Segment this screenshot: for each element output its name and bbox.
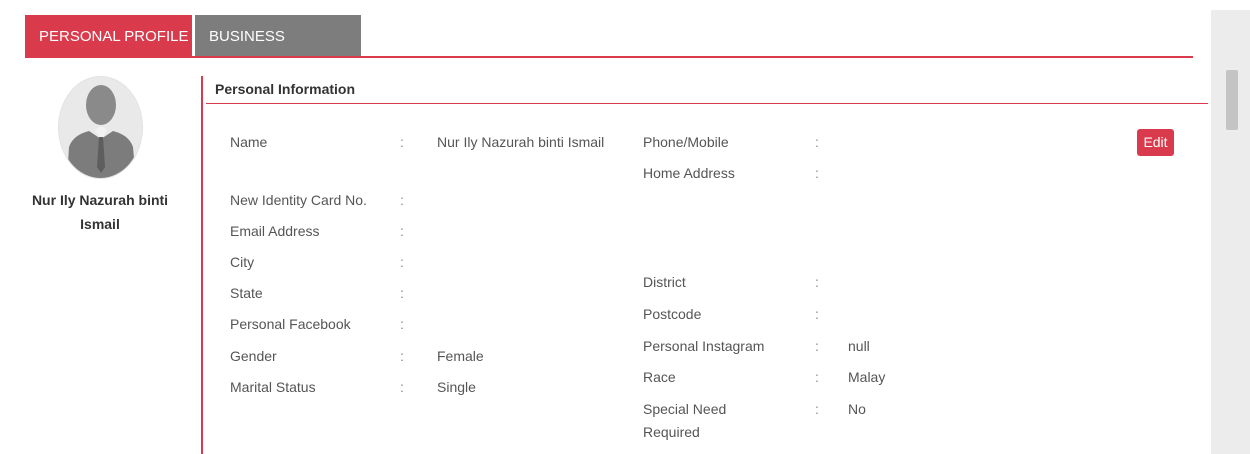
postcode-label: Postcode (643, 306, 702, 322)
special-need-label: Special Need Required (643, 401, 727, 440)
state-colon: : (400, 285, 404, 301)
avatar (58, 76, 143, 179)
city-label: City (230, 254, 255, 270)
facebook-label: Personal Facebook (230, 316, 351, 332)
name-label: Name (230, 134, 268, 150)
section-divider (206, 103, 1208, 104)
section-vertical-divider (201, 76, 203, 454)
gender-label: Gender (230, 348, 277, 364)
gender-colon: : (400, 348, 404, 364)
user-silhouette-icon (59, 77, 142, 178)
phone-colon: : (815, 134, 819, 150)
race-label: Race (643, 369, 676, 385)
marital-colon: : (400, 379, 404, 395)
special-need-colon: : (815, 401, 819, 417)
district-label: District (643, 274, 686, 290)
race-value: Malay (848, 369, 886, 385)
instagram-label: Personal Instagram (643, 338, 765, 354)
tab-business-profile[interactable]: BUSINESS PROFILE (195, 15, 361, 88)
instagram-value: null (848, 338, 870, 354)
facebook-colon: : (400, 316, 404, 332)
tab-personal-profile[interactable]: PERSONAL PROFILE (25, 15, 192, 58)
profile-name: Nur Ily Nazurah binti Ismail (31, 192, 169, 232)
name-value: Nur Ily Nazurah binti Ismail (437, 134, 605, 150)
address-colon: : (815, 165, 819, 181)
instagram-colon: : (815, 338, 819, 354)
state-label: State (230, 285, 263, 301)
ic-colon: : (400, 192, 404, 208)
address-label: Home Address (643, 165, 735, 181)
gender-value: Female (437, 348, 484, 364)
email-colon: : (400, 223, 404, 239)
postcode-colon: : (815, 306, 819, 322)
edit-button[interactable]: Edit (1137, 129, 1174, 156)
name-colon: : (400, 134, 404, 150)
phone-label: Phone/Mobile (643, 134, 729, 150)
section-title: Personal Information (215, 81, 356, 97)
scrollbar-thumb[interactable] (1226, 70, 1238, 130)
special-need-value: No (848, 401, 866, 417)
email-label: Email Address (230, 223, 320, 239)
profile-tabs: PERSONAL PROFILE BUSINESS PROFILE (25, 15, 361, 88)
race-colon: : (815, 369, 819, 385)
marital-label: Marital Status (230, 379, 316, 395)
district-colon: : (815, 274, 819, 290)
ic-label: New Identity Card No. (230, 192, 367, 208)
tabs-divider (25, 56, 1193, 58)
marital-value: Single (437, 379, 476, 395)
city-colon: : (400, 254, 404, 270)
